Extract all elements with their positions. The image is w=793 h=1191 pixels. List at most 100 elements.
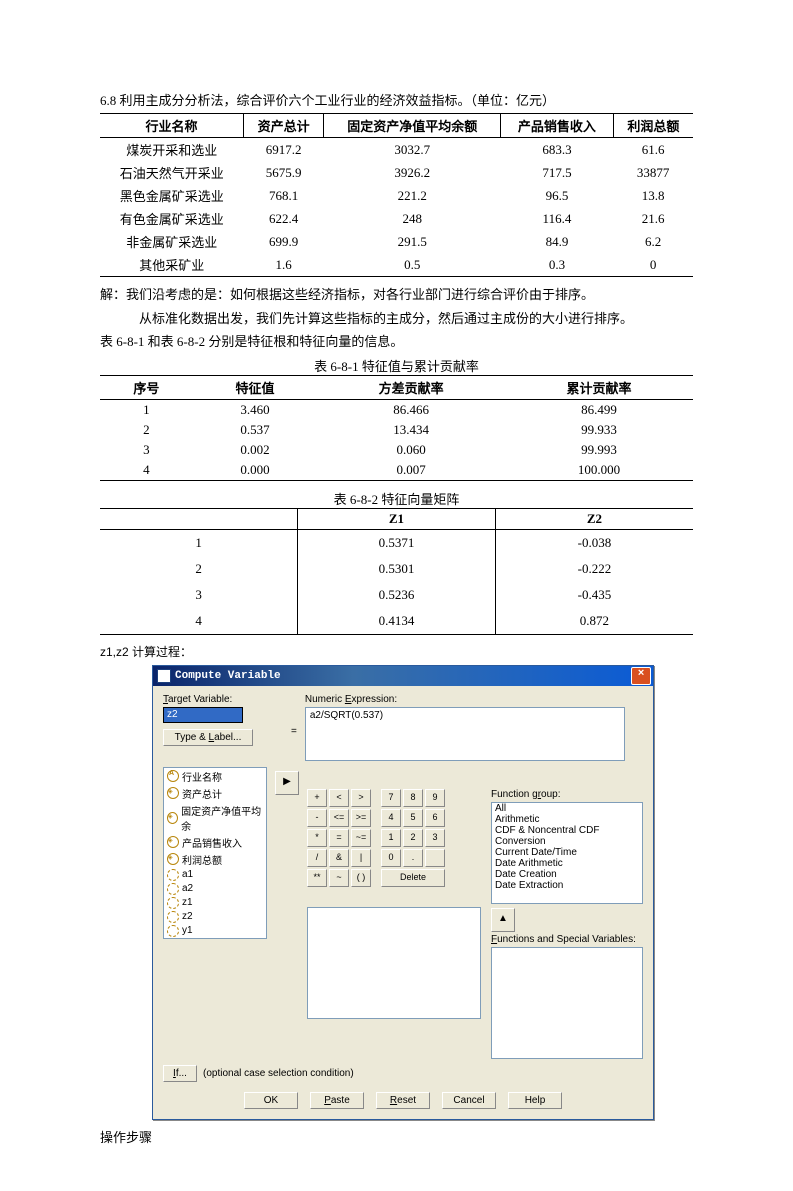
keypad-key[interactable]: + xyxy=(307,789,327,807)
keypad-key[interactable]: . xyxy=(403,849,423,867)
th: Z2 xyxy=(495,508,693,529)
list-item[interactable]: All xyxy=(492,803,642,814)
table-caption: 表 6-8-1 特征值与累计贡献率 xyxy=(100,356,693,375)
cell: 699.9 xyxy=(243,230,323,253)
cell: 291.5 xyxy=(324,230,501,253)
keypad-key[interactable]: * xyxy=(307,829,327,847)
keypad-key[interactable]: ~ xyxy=(329,869,349,887)
list-item[interactable]: 产品销售收入 xyxy=(164,834,266,851)
keypad-key[interactable]: 3 xyxy=(425,829,445,847)
if-button[interactable]: If... xyxy=(163,1065,197,1082)
list-item[interactable]: 利润总额 xyxy=(164,851,266,868)
reset-button[interactable]: Reset xyxy=(376,1092,430,1109)
cell: 86.499 xyxy=(505,399,693,420)
list-item[interactable]: 固定资产净值平均余 xyxy=(164,802,266,834)
numeric-expression-label: Numeric Expression: xyxy=(305,694,625,705)
cell: 非金属矿采选业 xyxy=(100,230,243,253)
th: 固定资产净值平均余额 xyxy=(324,114,501,138)
list-item[interactable]: Date Arithmetic xyxy=(492,858,642,869)
variable-icon xyxy=(167,869,179,881)
keypad-key[interactable]: = xyxy=(329,829,349,847)
list-item[interactable]: a2 xyxy=(164,882,266,896)
z-calc-label: z1,z2 计算过程： xyxy=(100,643,693,661)
close-icon[interactable]: × xyxy=(631,667,651,685)
variable-icon xyxy=(167,925,179,937)
cell: 煤炭开采和选业 xyxy=(100,138,243,162)
cell: 248 xyxy=(324,207,501,230)
th: 序号 xyxy=(100,375,193,399)
cancel-button[interactable]: Cancel xyxy=(442,1092,496,1109)
paste-button[interactable]: Paste xyxy=(310,1092,364,1109)
list-item[interactable]: Conversion xyxy=(492,836,642,847)
help-button[interactable]: Help xyxy=(508,1092,562,1109)
keypad-key[interactable] xyxy=(425,849,445,867)
insert-function-button[interactable]: ▲ xyxy=(491,908,515,932)
cell: 3.460 xyxy=(193,399,317,420)
list-item[interactable]: z1 xyxy=(164,896,266,910)
list-item[interactable]: Date Creation xyxy=(492,869,642,880)
cell: 有色金属矿采选业 xyxy=(100,207,243,230)
cell: 13.8 xyxy=(613,184,693,207)
functions-listbox[interactable] xyxy=(491,947,643,1059)
cell: 100.000 xyxy=(505,460,693,481)
variable-icon xyxy=(167,836,179,848)
cell: 3032.7 xyxy=(324,138,501,162)
keypad-key[interactable]: 4 xyxy=(381,809,401,827)
variable-listbox[interactable]: 行业名称资产总计固定资产净值平均余产品销售收入利润总额a1a2z1z2y1y2 xyxy=(163,767,267,939)
keypad-key[interactable]: | xyxy=(351,849,371,867)
cell: 其他采矿业 xyxy=(100,253,243,277)
cell: 61.6 xyxy=(613,138,693,162)
ok-button[interactable]: OK xyxy=(244,1092,298,1109)
functions-special-label: Functions and Special Variables: xyxy=(491,934,643,945)
keypad-key[interactable]: ~= xyxy=(351,829,371,847)
dialog-titlebar[interactable]: Compute Variable × xyxy=(153,666,653,686)
keypad-key[interactable]: < xyxy=(329,789,349,807)
keypad-key[interactable]: ** xyxy=(307,869,327,887)
keypad-key[interactable]: <= xyxy=(329,809,349,827)
keypad-key[interactable]: > xyxy=(351,789,371,807)
keypad-key[interactable]: 9 xyxy=(425,789,445,807)
cell: 84.9 xyxy=(501,230,614,253)
cell: 1.6 xyxy=(243,253,323,277)
function-group-listbox[interactable]: AllArithmeticCDF & Noncentral CDFConvers… xyxy=(491,802,643,904)
cell: 3926.2 xyxy=(324,161,501,184)
type-label-button[interactable]: Type & Label... xyxy=(163,729,253,746)
list-item[interactable]: Current Date/Time xyxy=(492,847,642,858)
list-item[interactable]: Arithmetic xyxy=(492,814,642,825)
if-condition-text: (optional case selection condition) xyxy=(203,1068,354,1079)
list-item[interactable]: 行业名称 xyxy=(164,768,266,785)
expression-textarea[interactable]: a2/SQRT(0.537) xyxy=(305,707,625,761)
keypad-key[interactable]: / xyxy=(307,849,327,867)
cell: 99.933 xyxy=(505,420,693,440)
keypad-key[interactable]: ( ) xyxy=(351,869,371,887)
target-variable-input[interactable] xyxy=(163,707,243,723)
cell: 99.993 xyxy=(505,440,693,460)
list-item[interactable]: y2 xyxy=(164,938,266,939)
keypad-key[interactable]: 5 xyxy=(403,809,423,827)
th: 产品销售收入 xyxy=(501,114,614,138)
delete-button[interactable]: Delete xyxy=(381,869,445,887)
compute-variable-dialog: Compute Variable × Target Variable: Type… xyxy=(152,665,654,1120)
th: Z1 xyxy=(298,508,496,529)
list-item[interactable]: z2 xyxy=(164,910,266,924)
variable-icon xyxy=(167,911,179,923)
list-item[interactable]: a1 xyxy=(164,868,266,882)
keypad-key[interactable]: 6 xyxy=(425,809,445,827)
keypad-key[interactable]: 7 xyxy=(381,789,401,807)
move-right-button[interactable]: ▶ xyxy=(275,771,299,795)
keypad-key[interactable]: >= xyxy=(351,809,371,827)
list-item[interactable]: CDF & Noncentral CDF xyxy=(492,825,642,836)
list-item[interactable]: 资产总计 xyxy=(164,785,266,802)
paragraph: 从标准化数据出发，我们先计算这些指标的主成分，然后通过主成份的大小进行排序。 xyxy=(100,309,693,329)
list-item[interactable]: Date Extraction xyxy=(492,880,642,891)
keypad-key[interactable]: 0 xyxy=(381,849,401,867)
cell: 768.1 xyxy=(243,184,323,207)
table-eigenvectors: Z1 Z2 10.5371-0.03820.5301-0.22230.5236-… xyxy=(100,508,693,635)
keypad-key[interactable]: 8 xyxy=(403,789,423,807)
keypad-key[interactable]: 2 xyxy=(403,829,423,847)
keypad-key[interactable]: - xyxy=(307,809,327,827)
keypad-key[interactable]: 1 xyxy=(381,829,401,847)
keypad-key[interactable]: & xyxy=(329,849,349,867)
list-item[interactable]: y1 xyxy=(164,924,266,938)
cell: 717.5 xyxy=(501,161,614,184)
